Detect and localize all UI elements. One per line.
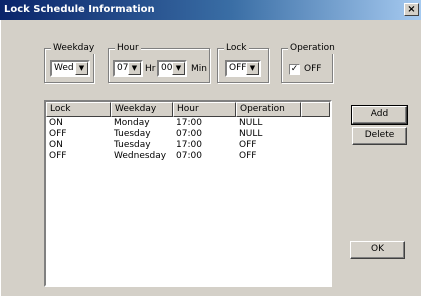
lock-group: Lock OFF ▼ xyxy=(217,42,269,83)
operation-legend: Operation xyxy=(288,42,337,54)
cell-lock: ON xyxy=(49,140,63,150)
cell-hour: 07:00 xyxy=(176,151,202,161)
operation-checkbox-label: OFF xyxy=(304,64,322,74)
window-title: Lock Schedule Information xyxy=(4,4,155,15)
hour-value: 07 xyxy=(117,63,129,73)
close-button[interactable]: × xyxy=(404,3,419,16)
delete-button[interactable]: Delete xyxy=(352,127,407,145)
weekday-group: Weekday Wed ▼ xyxy=(44,42,97,83)
table-row[interactable]: OFF Tuesday 07:00 NULL xyxy=(46,129,330,140)
schedule-list[interactable]: Lock Weekday Hour Operation ON Monday 17… xyxy=(44,100,332,287)
operation-checkbox[interactable]: ✓ xyxy=(289,64,300,75)
table-row[interactable]: OFF Wednesday 07:00 OFF xyxy=(46,151,330,162)
cell-hour: 17:00 xyxy=(176,118,202,128)
cell-lock: OFF xyxy=(49,129,67,139)
cell-hour: 17:00 xyxy=(176,140,202,150)
cell-hour: 07:00 xyxy=(176,129,202,139)
minute-dropdown-arrow-icon[interactable]: ▼ xyxy=(172,62,185,75)
lock-dropdown-arrow-icon[interactable]: ▼ xyxy=(246,62,259,75)
weekday-combo[interactable]: Wed ▼ xyxy=(50,60,90,77)
cell-weekday: Tuesday xyxy=(114,140,151,150)
table-row[interactable]: ON Tuesday 17:00 OFF xyxy=(46,140,330,151)
lock-legend: Lock xyxy=(224,42,249,54)
operation-group: Operation ✓ OFF xyxy=(281,42,337,83)
cell-operation: NULL xyxy=(239,118,263,128)
table-row[interactable]: ON Monday 17:00 NULL xyxy=(46,118,330,129)
column-header-weekday[interactable]: Weekday xyxy=(111,102,173,117)
cell-operation: NULL xyxy=(239,129,263,139)
hr-label: Hr xyxy=(145,64,156,74)
lock-combo[interactable]: OFF ▼ xyxy=(225,60,261,77)
hour-dropdown-arrow-icon[interactable]: ▼ xyxy=(128,62,141,75)
min-label: Min xyxy=(191,64,207,74)
lock-value: OFF xyxy=(229,63,247,73)
minute-value: 00 xyxy=(161,63,173,73)
cell-weekday: Tuesday xyxy=(114,129,151,139)
column-header-operation[interactable]: Operation xyxy=(236,102,301,117)
title-bar: Lock Schedule Information × xyxy=(0,0,421,20)
column-header-filler xyxy=(301,102,330,117)
weekday-value: Wed xyxy=(54,63,74,73)
cell-operation: OFF xyxy=(239,140,257,150)
check-mark-icon: ✓ xyxy=(290,64,299,74)
cell-lock: OFF xyxy=(49,151,67,161)
column-header-lock[interactable]: Lock xyxy=(46,102,111,117)
hour-combo[interactable]: 07 ▼ xyxy=(113,60,143,77)
column-header-hour[interactable]: Hour xyxy=(173,102,236,117)
cell-lock: ON xyxy=(49,118,63,128)
cell-operation: OFF xyxy=(239,151,257,161)
minute-combo[interactable]: 00 ▼ xyxy=(157,60,187,77)
window-body: Weekday Wed ▼ Hour 07 ▼ Hr 00 ▼ Min Lock… xyxy=(0,20,421,296)
hour-group: Hour 07 ▼ Hr 00 ▼ Min xyxy=(108,42,210,83)
ok-button[interactable]: OK xyxy=(350,241,405,259)
weekday-legend: Weekday xyxy=(51,42,97,54)
weekday-dropdown-arrow-icon[interactable]: ▼ xyxy=(75,62,88,75)
list-header: Lock Weekday Hour Operation xyxy=(46,102,330,117)
hour-legend: Hour xyxy=(115,42,141,54)
cell-weekday: Monday xyxy=(114,118,150,128)
add-button[interactable]: Add xyxy=(351,105,408,125)
cell-weekday: Wednesday xyxy=(114,151,167,161)
